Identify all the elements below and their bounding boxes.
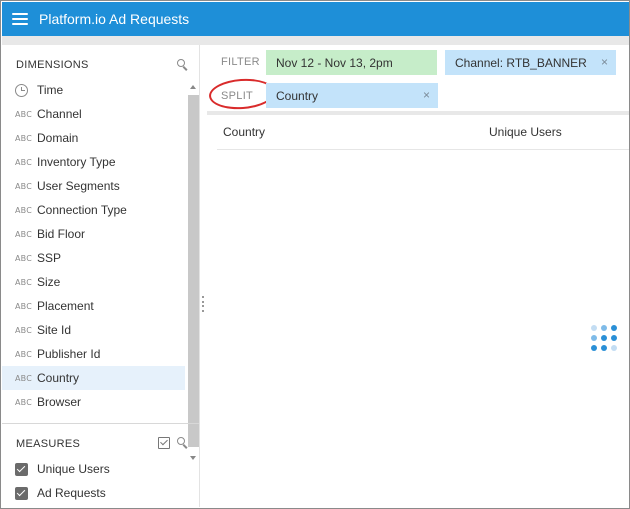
spinner-dot [591,325,597,331]
dimension-label: Browser [37,395,82,409]
dimension-label: Channel [37,107,82,121]
dimension-label: Placement [37,299,94,313]
sidebar: DIMENSIONS Time ABC Channel ABC Domain ABC Inv… [2,45,200,507]
filter-label: FILTER [221,56,260,68]
filter-split-area: FILTER Nov 12 - Nov 13, 2pm Channel: RTB… [207,45,629,112]
spinner-dot [611,325,617,331]
string-type-icon: ABC [15,277,33,287]
dimension-label: Time [37,83,64,97]
scroll-thumb[interactable] [188,95,199,447]
spinner-dot [601,345,607,351]
string-type-icon: ABC [15,373,33,383]
scroll-down-arrow-icon[interactable] [190,456,196,460]
split-pill-label: Country [276,88,319,103]
main-panel: FILTER Nov 12 - Nov 13, 2pm Channel: RTB… [207,45,629,507]
string-type-icon: ABC [15,181,33,191]
dimension-label: Inventory Type [37,155,116,169]
string-type-icon: ABC [15,109,33,119]
multi-select-icon[interactable] [158,437,170,449]
dimension-label: Publisher Id [37,347,101,361]
column-header-country[interactable]: Country [223,125,265,139]
dimension-item-inventory-type[interactable]: ABC Inventory Type [2,150,185,174]
dimension-item-user-segments[interactable]: ABC User Segments [2,174,185,198]
remove-filter-icon[interactable]: × [601,55,608,69]
measures-search-icon[interactable] [177,437,189,449]
dimension-item-ssp[interactable]: ABC SSP [2,246,185,270]
measure-label: Ad Requests [37,486,106,500]
hamburger-menu-icon[interactable] [12,13,28,25]
toolbar-band [2,36,629,45]
dimensions-scrollbar[interactable] [187,82,199,460]
filter-pill-time[interactable]: Nov 12 - Nov 13, 2pm [266,50,437,75]
checkbox-checked-icon[interactable] [15,486,28,500]
string-type-icon: ABC [15,229,33,239]
dimension-label: Size [37,275,61,289]
dimension-label: Country [37,371,80,385]
panel-resize-handle[interactable] [202,296,205,312]
spinner-dot [601,335,607,341]
dimension-item-browser[interactable]: ABC Browser [2,390,185,414]
app-title: Platform.io Ad Requests [39,11,190,27]
measure-item-ad-requests[interactable]: Ad Requests [15,483,106,503]
dimension-label: Connection Type [37,203,127,217]
dimension-item-connection-type[interactable]: ABC Connection Type [2,198,185,222]
filter-pill-label: Nov 12 - Nov 13, 2pm [276,55,393,70]
dimension-item-time[interactable]: Time [2,78,185,102]
sidebar-divider [2,423,199,424]
search-icon[interactable] [177,59,189,71]
string-type-icon: ABC [15,133,33,143]
dimension-label: SSP [37,251,62,265]
spinner-dot [611,335,617,341]
spinner-dot [601,325,607,331]
string-type-icon: ABC [15,349,33,359]
dimension-item-publisher-id[interactable]: ABC Publisher Id [2,342,185,366]
dimension-item-placement[interactable]: ABC Placement [2,294,185,318]
dimension-item-size[interactable]: ABC Size [2,270,185,294]
measure-label: Unique Users [37,462,110,476]
dimension-label: Domain [37,131,79,145]
string-type-icon: ABC [15,301,33,311]
string-type-icon: ABC [15,205,33,215]
spinner-dot [611,345,617,351]
column-header-unique-users[interactable]: Unique Users [489,125,562,139]
dimension-item-channel[interactable]: ABC Channel [2,102,185,126]
string-type-icon: ABC [15,397,33,407]
dimensions-list: Time ABC Channel ABC Domain ABC Inventory Type… [2,78,185,414]
remove-split-icon[interactable]: × [423,88,430,102]
dimension-label: User Segments [37,179,120,193]
string-type-icon: ABC [15,325,33,335]
app-window: Platform.io Ad Requests DIMENSIONS Time A… [0,0,630,509]
scroll-up-arrow-icon[interactable] [190,85,196,89]
app-header: Platform.io Ad Requests [2,2,629,36]
measures-title: MEASURES [16,438,81,450]
main-separator [207,111,629,115]
dimension-item-site-id[interactable]: ABC Site Id [2,318,185,342]
dimensions-title: DIMENSIONS [16,59,89,71]
filter-pill-channel[interactable]: Channel: RTB_BANNER × [445,50,616,75]
filter-pill-label: Channel: RTB_BANNER [455,55,587,70]
string-type-icon: ABC [15,157,33,167]
clock-icon [15,83,28,97]
dimension-label: Site Id [37,323,72,337]
table-header-divider [217,149,629,150]
dimension-item-bid-floor[interactable]: ABC Bid Floor [2,222,185,246]
dimension-item-domain[interactable]: ABC Domain [2,126,185,150]
dimension-item-country[interactable]: ABC Country [2,366,185,390]
loading-spinner-icon [591,325,619,353]
spinner-dot [591,345,597,351]
spinner-dot [591,335,597,341]
split-pill-country[interactable]: Country × [266,83,438,108]
string-type-icon: ABC [15,253,33,263]
checkbox-checked-icon[interactable] [15,462,28,476]
measure-item-unique-users[interactable]: Unique Users [15,459,110,479]
dimension-label: Bid Floor [37,227,86,241]
